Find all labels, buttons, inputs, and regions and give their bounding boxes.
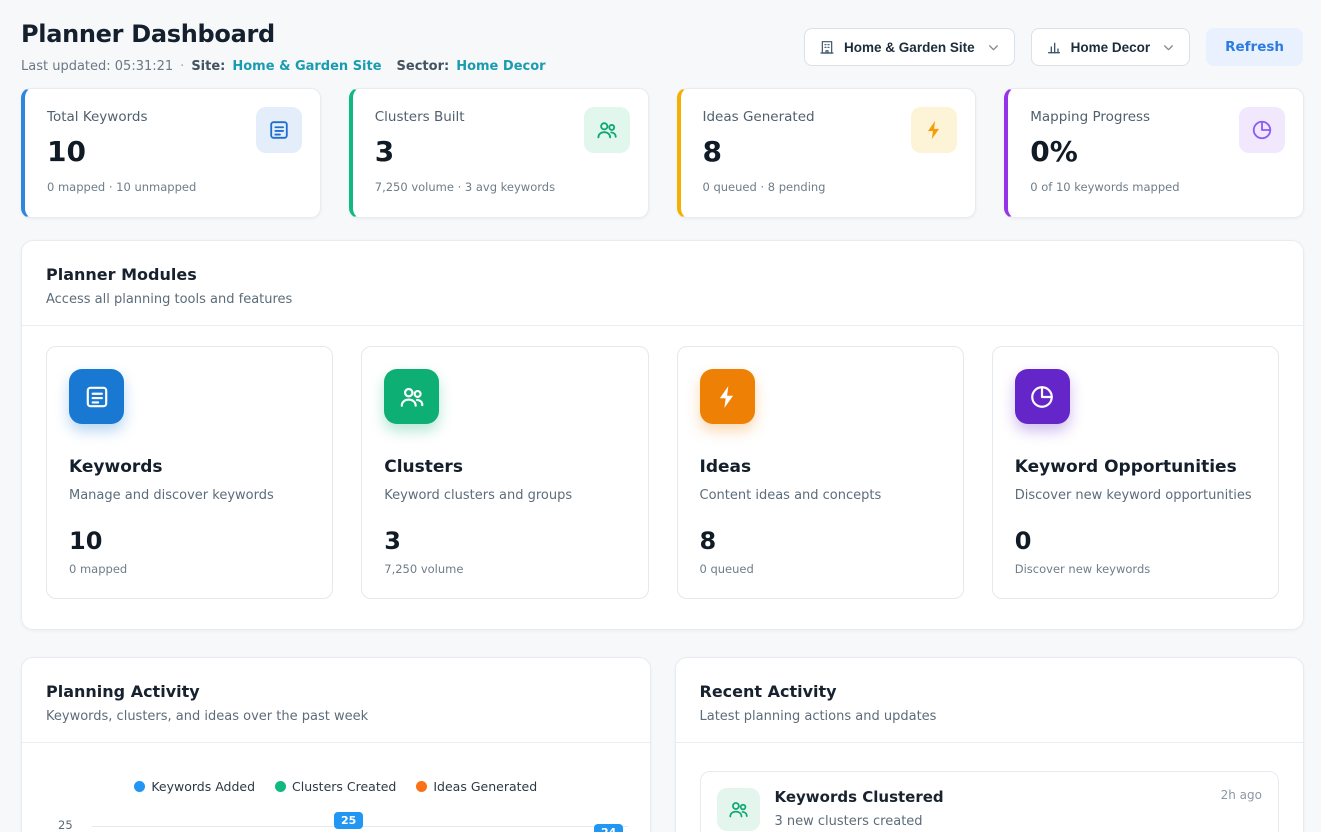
legend-item-ideas-generated[interactable]: Ideas Generated [416, 779, 537, 794]
module-title: Ideas [700, 457, 941, 477]
lightning-icon [911, 107, 957, 153]
legend-item-clusters-created[interactable]: Clusters Created [275, 779, 396, 794]
modules-grid: Keywords Manage and discover keywords 10… [22, 326, 1303, 629]
header-controls: Home & Garden Site Home Decor Refresh [804, 28, 1303, 66]
module-description: Keyword clusters and groups [384, 488, 625, 503]
stat-caption: 0 mapped · 10 unmapped [47, 180, 300, 194]
users-icon [384, 369, 439, 424]
planner-dashboard-page: Planner Dashboard Last updated: 05:31:21… [0, 0, 1321, 832]
y-axis-tick: 25 [58, 818, 73, 832]
legend-label: Keywords Added [151, 779, 255, 794]
last-updated-text: Last updated: 05:31:21 [21, 59, 173, 74]
chart-legend: Keywords Added Clusters Created Ideas Ge… [22, 779, 650, 794]
site-selector[interactable]: Home & Garden Site [804, 28, 1015, 66]
stat-caption: 7,250 volume · 3 avg keywords [375, 180, 628, 194]
stat-card-total-keywords: Total Keywords 10 0 mapped · 10 unmapped [21, 88, 321, 218]
module-card-ideas[interactable]: Ideas Content ideas and concepts 8 0 que… [677, 346, 964, 599]
module-description: Manage and discover keywords [69, 488, 310, 503]
pie-chart-icon [1239, 107, 1285, 153]
planning-activity-subtitle: Keywords, clusters, and ideas over the p… [46, 709, 626, 724]
module-description: Discover new keyword opportunities [1015, 488, 1256, 503]
legend-dot-orange [416, 781, 427, 792]
planning-activity-chart: 25 25 24 [22, 808, 650, 832]
module-title: Keyword Opportunities [1015, 457, 1256, 477]
sector-selector-label: Home Decor [1071, 40, 1151, 55]
refresh-button[interactable]: Refresh [1206, 28, 1303, 66]
legend-label: Ideas Generated [433, 779, 537, 794]
planner-modules-panel: Planner Modules Access all planning tool… [21, 240, 1304, 630]
modules-panel-header: Planner Modules Access all planning tool… [22, 241, 1303, 325]
module-value: 10 [69, 527, 310, 555]
legend-dot-blue [134, 781, 145, 792]
legend-dot-green [275, 781, 286, 792]
recent-activity-panel: Recent Activity Latest planning actions … [675, 657, 1305, 832]
stat-card-ideas-generated: Ideas Generated 8 0 queued · 8 pending [677, 88, 977, 218]
planning-activity-header: Planning Activity Keywords, clusters, an… [22, 658, 650, 742]
stat-caption: 0 of 10 keywords mapped [1030, 180, 1283, 194]
pie-chart-icon [1015, 369, 1070, 424]
module-caption: 0 mapped [69, 562, 310, 576]
sector-selector[interactable]: Home Decor [1031, 28, 1191, 66]
stat-caption: 0 queued · 8 pending [703, 180, 956, 194]
lightning-icon [700, 369, 755, 424]
module-value: 8 [700, 527, 941, 555]
modules-title: Planner Modules [46, 265, 1279, 284]
building-icon [819, 39, 835, 55]
data-point-label: 24 [594, 824, 623, 832]
module-caption: Discover new keywords [1015, 562, 1256, 576]
topbar: Planner Dashboard Last updated: 05:31:21… [0, 0, 1321, 84]
site-link[interactable]: Home & Garden Site [232, 59, 381, 74]
module-value: 3 [384, 527, 625, 555]
stat-card-clusters-built: Clusters Built 3 7,250 volume · 3 avg ke… [349, 88, 649, 218]
modules-subtitle: Access all planning tools and features [46, 292, 1279, 307]
module-card-keyword-opportunities[interactable]: Keyword Opportunities Discover new keywo… [992, 346, 1279, 599]
activity-item-title: Keywords Clustered [775, 788, 944, 806]
list-document-icon [256, 107, 302, 153]
sector-label: Sector: [397, 59, 450, 74]
divider [676, 742, 1304, 743]
activity-item-time: 2h ago [1221, 788, 1262, 802]
page-title: Planner Dashboard [21, 20, 546, 48]
site-selector-label: Home & Garden Site [844, 40, 975, 55]
site-label: Site: [191, 59, 225, 74]
planning-activity-title: Planning Activity [46, 682, 626, 701]
legend-label: Clusters Created [292, 779, 396, 794]
activity-list-item[interactable]: Keywords Clustered 2h ago 3 new clusters… [700, 771, 1280, 832]
bottom-row: Planning Activity Keywords, clusters, an… [21, 657, 1304, 832]
stats-row: Total Keywords 10 0 mapped · 10 unmapped… [0, 84, 1321, 218]
activity-top-row: Keywords Clustered 2h ago [775, 788, 1263, 806]
module-description: Content ideas and concepts [700, 488, 941, 503]
stat-card-mapping-progress: Mapping Progress 0% 0 of 10 keywords map… [1004, 88, 1304, 218]
chevron-down-icon [987, 41, 1000, 54]
header-meta: Last updated: 05:31:21 · Site: Home & Ga… [21, 59, 546, 74]
module-value: 0 [1015, 527, 1256, 555]
module-title: Clusters [384, 457, 625, 477]
divider [22, 742, 650, 743]
users-icon [584, 107, 630, 153]
module-title: Keywords [69, 457, 310, 477]
planning-activity-panel: Planning Activity Keywords, clusters, an… [21, 657, 651, 832]
users-icon [717, 788, 760, 831]
activity-body: Keywords Clustered 2h ago 3 new clusters… [775, 788, 1263, 831]
module-card-clusters[interactable]: Clusters Keyword clusters and groups 3 7… [361, 346, 648, 599]
chevron-down-icon [1162, 41, 1175, 54]
activity-item-description: 3 new clusters created [775, 814, 1263, 829]
recent-activity-header: Recent Activity Latest planning actions … [676, 658, 1304, 742]
meta-separator: · [180, 59, 184, 74]
recent-activity-title: Recent Activity [700, 682, 1280, 701]
bar-chart-icon [1046, 39, 1062, 55]
list-document-icon [69, 369, 124, 424]
module-caption: 7,250 volume [384, 562, 625, 576]
legend-item-keywords-added[interactable]: Keywords Added [134, 779, 255, 794]
header-left: Planner Dashboard Last updated: 05:31:21… [21, 20, 546, 74]
recent-activity-subtitle: Latest planning actions and updates [700, 709, 1280, 724]
module-card-keywords[interactable]: Keywords Manage and discover keywords 10… [46, 346, 333, 599]
sector-link[interactable]: Home Decor [456, 59, 545, 74]
data-point-label: 25 [334, 812, 363, 829]
module-caption: 0 queued [700, 562, 941, 576]
